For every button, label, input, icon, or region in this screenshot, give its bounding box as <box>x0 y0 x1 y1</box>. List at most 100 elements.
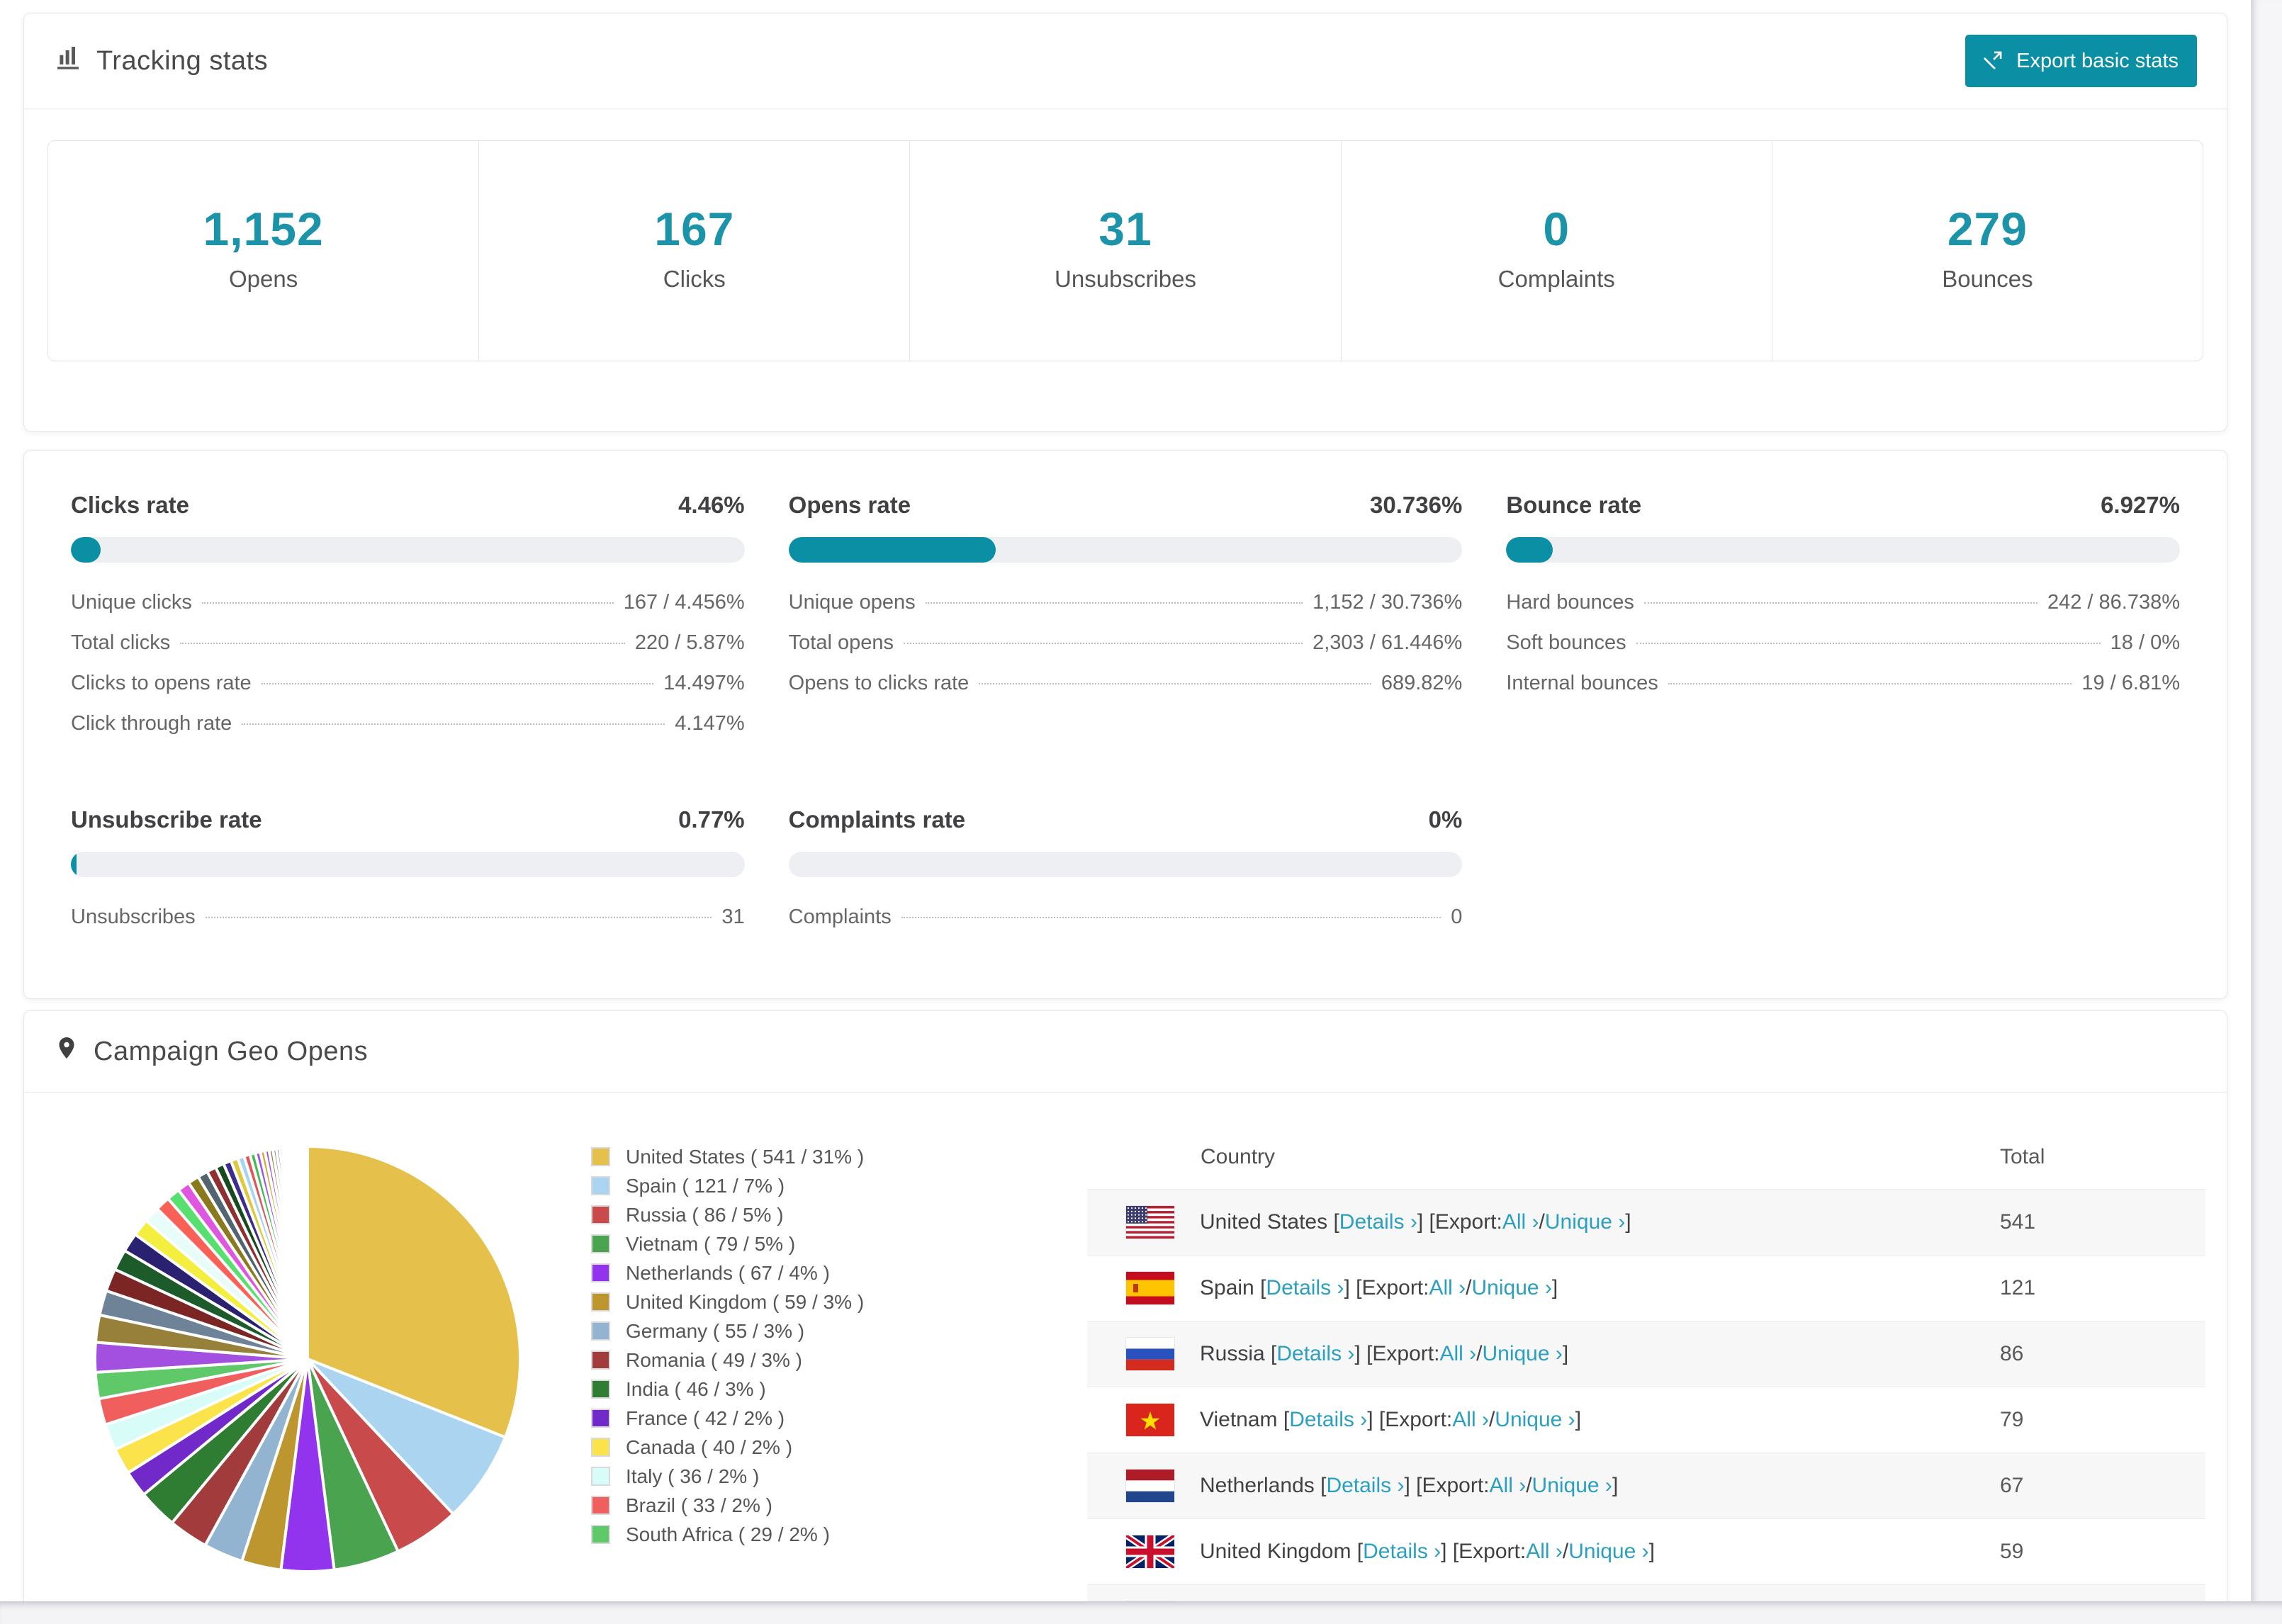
bracket: [ <box>1264 1342 1277 1365</box>
rate-detail-row: Total opens 2,303 / 61.446% <box>789 631 1463 672</box>
table-row-es: Spain [Details ›] [Export: All › / Uniqu… <box>1087 1255 2205 1321</box>
dotted-leader <box>1668 683 2072 684</box>
export-prefix: ] [Export: <box>1404 1474 1490 1497</box>
detail-label: Unique opens <box>788 591 916 614</box>
dotted-leader <box>1636 643 2101 644</box>
details-link[interactable]: Details › <box>1339 1210 1417 1234</box>
country-cell: Russia [Details ›] [Export: All › / Uniq… <box>1126 1338 2000 1370</box>
separator: / <box>1562 1540 1569 1563</box>
dotted-leader <box>925 602 1303 604</box>
geo-table-header: Country Total <box>1087 1125 2205 1189</box>
legend-item-united-states: United States ( 541 / 31% ) <box>591 1142 1087 1171</box>
details-link[interactable]: Details › <box>1276 1342 1354 1366</box>
details-link[interactable]: Details › <box>1289 1408 1367 1432</box>
dotted-leader <box>242 723 665 725</box>
export-unique-link[interactable]: Unique › <box>1568 1540 1648 1564</box>
details-link[interactable]: Details › <box>1363 1540 1441 1564</box>
rate-title: Bounce rate <box>1506 492 1642 518</box>
legend-swatch <box>591 1467 610 1486</box>
stat-label: Bounces <box>1942 266 2033 292</box>
legend-label: United States ( 541 / 31% ) <box>626 1145 865 1168</box>
country-cell: United States [Details ›] [Export: All ›… <box>1126 1206 2000 1239</box>
legend-item-france: France ( 42 / 2% ) <box>591 1404 1087 1433</box>
rate-progress-bar <box>1506 537 2180 563</box>
legend-label: South Africa ( 29 / 2% ) <box>626 1523 830 1545</box>
bracket: [ <box>1327 1210 1339 1234</box>
table-row-nl: Netherlands [Details ›] [Export: All › /… <box>1087 1453 2205 1518</box>
rate-detail-row: Total clicks 220 / 5.87% <box>71 631 745 672</box>
rate-block-complaints-rate: Complaints rate 0% Complaints 0 <box>788 806 1463 946</box>
geo-title-wrap: Campaign Geo Opens <box>54 1032 368 1071</box>
rate-block-unsubscribe-rate: Unsubscribe rate 0.77% Unsubscribes 31 <box>71 806 745 946</box>
rate-value: 0.77% <box>678 806 745 833</box>
legend-swatch <box>591 1321 610 1341</box>
legend-label: Romania ( 49 / 3% ) <box>626 1348 802 1371</box>
export-all-link[interactable]: All › <box>1452 1408 1489 1432</box>
total-cell: 541 <box>2000 1210 2036 1234</box>
rate-progress-fill <box>788 537 996 563</box>
export-unique-link[interactable]: Unique › <box>1495 1408 1575 1432</box>
total-cell: 79 <box>2000 1408 2024 1431</box>
geo-table-rows: United States [Details ›] [Export: All ›… <box>1087 1189 2205 1624</box>
detail-label: Total clicks <box>71 631 171 654</box>
rate-detail-row: Unique opens 1,152 / 30.736% <box>789 591 1463 631</box>
legend-swatch <box>591 1525 610 1544</box>
export-unique-link[interactable]: Unique › <box>1472 1276 1552 1300</box>
separator: / <box>1488 1408 1495 1431</box>
stat-value: 0 <box>1543 203 1570 255</box>
detail-label: Click through rate <box>71 712 232 735</box>
legend-item-brazil: Brazil ( 33 / 2% ) <box>591 1491 1087 1520</box>
separator: / <box>1476 1342 1483 1365</box>
stat-value: 31 <box>1098 203 1152 255</box>
details-link[interactable]: Details › <box>1266 1276 1344 1300</box>
legend-label: Germany ( 55 / 3% ) <box>626 1319 805 1342</box>
legend-item-netherlands: Netherlands ( 67 / 4% ) <box>591 1258 1087 1287</box>
us-flag-icon <box>1126 1206 1174 1239</box>
export-basic-stats-button[interactable]: Export basic stats <box>1965 35 2197 87</box>
detail-value: 18 / 0% <box>2110 631 2180 654</box>
dashboard: Tracking stats Export basic stats 1,152 O… <box>0 0 2251 1624</box>
legend-swatch <box>591 1350 610 1370</box>
country-name: Netherlands <box>1200 1474 1315 1497</box>
stat-cell-complaints: 0 Complaints <box>1340 141 1772 361</box>
rate-progress-bar <box>788 852 1463 877</box>
detail-label: Total opens <box>788 631 894 654</box>
bracket: ] <box>1575 1408 1582 1431</box>
detail-value: 0 <box>1451 906 1463 928</box>
export-all-link[interactable]: All › <box>1429 1276 1466 1300</box>
detail-value: 4.147% <box>675 712 745 735</box>
bracket: [ <box>1277 1408 1290 1431</box>
legend-label: Spain ( 121 / 7% ) <box>626 1174 785 1197</box>
detail-value: 242 / 86.738% <box>2047 591 2180 614</box>
rate-title: Opens rate <box>788 492 911 518</box>
horizontal-scrollbar-track[interactable] <box>0 1601 2282 1624</box>
rate-detail-row: Soft bounces 18 / 0% <box>1506 631 2180 672</box>
vertical-scrollbar-track[interactable] <box>2251 0 2282 1624</box>
country-cell: Spain [Details ›] [Export: All › / Uniqu… <box>1126 1272 2000 1304</box>
legend-label: Vietnam ( 79 / 5% ) <box>626 1232 796 1255</box>
table-row-us: United States [Details ›] [Export: All ›… <box>1087 1189 2205 1255</box>
map-pin-icon <box>54 1032 79 1071</box>
bracket: ] <box>1612 1474 1619 1497</box>
tracking-stats-title-wrap: Tracking stats <box>54 43 268 79</box>
export-all-link[interactable]: All › <box>1490 1474 1527 1498</box>
export-all-link[interactable]: All › <box>1526 1540 1563 1564</box>
dotted-leader <box>901 917 1441 918</box>
rate-progress-fill <box>1506 537 1553 563</box>
export-all-link[interactable]: All › <box>1502 1210 1539 1234</box>
bracket: [ <box>1351 1540 1364 1563</box>
export-unique-link[interactable]: Unique › <box>1532 1474 1612 1498</box>
legend-label: India ( 46 / 3% ) <box>626 1377 766 1400</box>
export-unique-link[interactable]: Unique › <box>1545 1210 1625 1234</box>
details-link[interactable]: Details › <box>1326 1474 1404 1498</box>
export-all-link[interactable]: All › <box>1439 1342 1476 1366</box>
stat-cell-bounces: 279 Bounces <box>1771 141 2203 361</box>
export-unique-link[interactable]: Unique › <box>1482 1342 1562 1366</box>
es-flag-icon <box>1126 1272 1174 1304</box>
stat-label: Clicks <box>663 266 726 292</box>
column-header-total: Total <box>2000 1145 2045 1168</box>
legend-swatch <box>591 1496 610 1515</box>
legend-label: Italy ( 36 / 2% ) <box>626 1465 760 1487</box>
detail-value: 1,152 / 30.736% <box>1313 591 1463 614</box>
export-prefix: ] [Export: <box>1417 1210 1502 1234</box>
